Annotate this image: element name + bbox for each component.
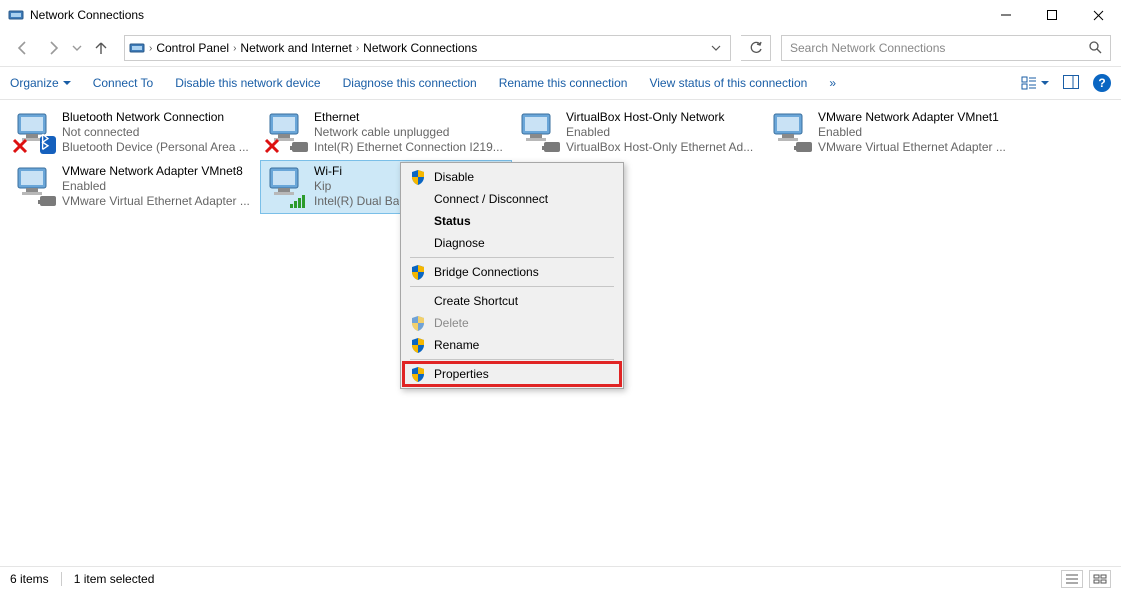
diagnose-button[interactable]: Diagnose this connection bbox=[343, 76, 477, 90]
status-selection: 1 item selected bbox=[74, 572, 155, 586]
status-item-count: 6 items bbox=[10, 572, 49, 586]
connection-name: Ethernet bbox=[314, 110, 503, 125]
connect-to-button[interactable]: Connect To bbox=[93, 76, 154, 90]
connection-device: Bluetooth Device (Personal Area ... bbox=[62, 140, 249, 155]
ctx-status[interactable]: Status bbox=[404, 210, 620, 232]
maximize-button[interactable] bbox=[1029, 0, 1075, 30]
search-placeholder: Search Network Connections bbox=[790, 41, 945, 55]
connection-name: VMware Network Adapter VMnet1 bbox=[818, 110, 1006, 125]
preview-pane-button[interactable] bbox=[1063, 75, 1079, 92]
ctx-connect-disconnect[interactable]: Connect / Disconnect bbox=[404, 188, 620, 210]
app-icon bbox=[8, 6, 24, 25]
connection-status: Enabled bbox=[62, 179, 250, 194]
connection-status: Enabled bbox=[566, 125, 753, 140]
breadcrumb[interactable]: › Control Panel › Network and Internet ›… bbox=[124, 35, 731, 61]
network-adapter-icon bbox=[12, 110, 56, 154]
ctx-separator bbox=[410, 286, 614, 287]
ctx-disable[interactable]: Disable bbox=[404, 166, 620, 188]
minimize-button[interactable] bbox=[983, 0, 1029, 30]
large-icons-view-button[interactable] bbox=[1089, 570, 1111, 588]
shield-icon bbox=[410, 169, 426, 185]
connection-status: Not connected bbox=[62, 125, 249, 140]
connection-status: Kip bbox=[314, 179, 399, 194]
ctx-create-shortcut[interactable]: Create Shortcut bbox=[404, 290, 620, 312]
ctx-separator bbox=[410, 257, 614, 258]
window-title: Network Connections bbox=[30, 8, 144, 22]
close-button[interactable] bbox=[1075, 0, 1121, 30]
command-bar: Organize Connect To Disable this network… bbox=[0, 66, 1121, 100]
connection-status: Enabled bbox=[818, 125, 1006, 140]
view-options-button[interactable] bbox=[1021, 76, 1049, 90]
connection-item[interactable]: VirtualBox Host-Only NetworkEnabledVirtu… bbox=[512, 106, 764, 160]
breadcrumb-seg-2[interactable]: Network Connections bbox=[359, 41, 481, 55]
connection-device: Intel(R) Ethernet Connection I219... bbox=[314, 140, 503, 155]
shield-icon bbox=[410, 315, 426, 331]
shield-icon bbox=[410, 337, 426, 353]
search-icon bbox=[1088, 40, 1102, 57]
shield-icon bbox=[410, 264, 426, 280]
connection-item[interactable]: EthernetNetwork cable unpluggedIntel(R) … bbox=[260, 106, 512, 160]
refresh-button[interactable] bbox=[741, 35, 771, 61]
network-adapter-icon bbox=[264, 164, 308, 208]
disable-device-button[interactable]: Disable this network device bbox=[175, 76, 320, 90]
ctx-properties[interactable]: Properties bbox=[404, 363, 620, 385]
breadcrumb-root-icon bbox=[129, 39, 145, 58]
organize-button[interactable]: Organize bbox=[10, 76, 71, 90]
connection-status: Network cable unplugged bbox=[314, 125, 503, 140]
ctx-rename[interactable]: Rename bbox=[404, 334, 620, 356]
breadcrumb-dropdown[interactable] bbox=[702, 43, 730, 53]
title-bar: Network Connections bbox=[0, 0, 1121, 30]
network-adapter-icon bbox=[516, 110, 560, 154]
nav-forward-button[interactable] bbox=[40, 35, 66, 61]
connection-name: Wi-Fi bbox=[314, 164, 399, 179]
connection-item[interactable]: Bluetooth Network ConnectionNot connecte… bbox=[8, 106, 260, 160]
network-adapter-icon bbox=[768, 110, 812, 154]
rename-button[interactable]: Rename this connection bbox=[499, 76, 628, 90]
ctx-diagnose[interactable]: Diagnose bbox=[404, 232, 620, 254]
search-input[interactable]: Search Network Connections bbox=[781, 35, 1111, 61]
ctx-separator bbox=[410, 359, 614, 360]
network-adapter-icon bbox=[264, 110, 308, 154]
connection-name: VMware Network Adapter VMnet8 bbox=[62, 164, 250, 179]
connection-item[interactable]: VMware Network Adapter VMnet8EnabledVMwa… bbox=[8, 160, 260, 214]
nav-back-button[interactable] bbox=[10, 35, 36, 61]
connection-item[interactable]: VMware Network Adapter VMnet1EnabledVMwa… bbox=[764, 106, 1016, 160]
connection-name: Bluetooth Network Connection bbox=[62, 110, 249, 125]
shield-icon bbox=[410, 366, 426, 382]
details-view-button[interactable] bbox=[1061, 570, 1083, 588]
ctx-delete: Delete bbox=[404, 312, 620, 334]
connection-device: VirtualBox Host-Only Ethernet Ad... bbox=[566, 140, 753, 155]
view-status-button[interactable]: View status of this connection bbox=[649, 76, 807, 90]
more-commands-button[interactable]: » bbox=[829, 76, 836, 90]
connection-device: VMware Virtual Ethernet Adapter ... bbox=[62, 194, 250, 209]
network-adapter-icon bbox=[12, 164, 56, 208]
breadcrumb-seg-1[interactable]: Network and Internet bbox=[236, 41, 355, 55]
nav-up-button[interactable] bbox=[88, 35, 114, 61]
status-bar: 6 items 1 item selected bbox=[0, 566, 1121, 590]
connection-device: Intel(R) Dual Ba bbox=[314, 194, 399, 209]
connection-device: VMware Virtual Ethernet Adapter ... bbox=[818, 140, 1006, 155]
context-menu: Disable Connect / Disconnect Status Diag… bbox=[400, 162, 624, 389]
connection-name: VirtualBox Host-Only Network bbox=[566, 110, 753, 125]
help-button[interactable]: ? bbox=[1093, 74, 1111, 92]
nav-recent-button[interactable] bbox=[70, 35, 84, 61]
breadcrumb-seg-0[interactable]: Control Panel bbox=[152, 41, 233, 55]
address-bar: › Control Panel › Network and Internet ›… bbox=[0, 30, 1121, 66]
ctx-bridge[interactable]: Bridge Connections bbox=[404, 261, 620, 283]
content-area: Bluetooth Network ConnectionNot connecte… bbox=[0, 100, 1121, 566]
